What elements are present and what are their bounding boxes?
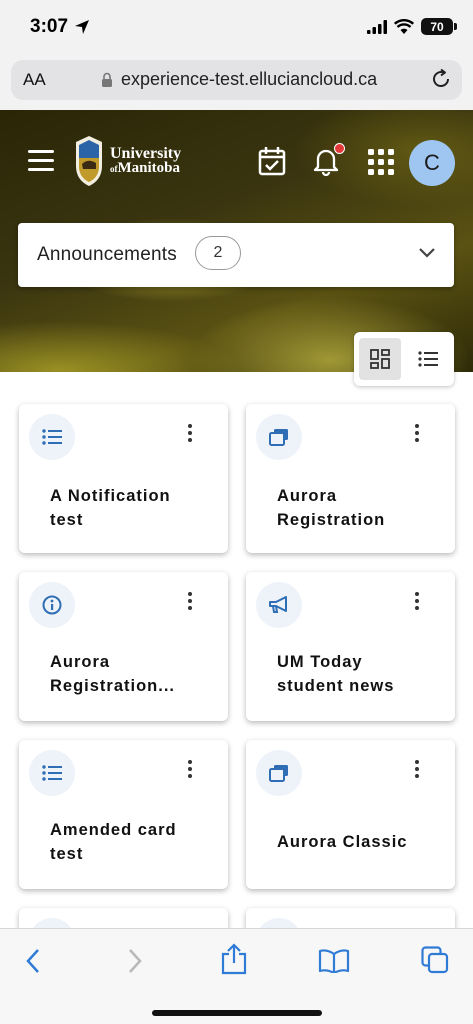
url-text[interactable]: experience-test.elluciancloud.ca	[121, 69, 377, 90]
card-title: Amended card test	[50, 821, 177, 863]
avatar[interactable]: C	[409, 140, 455, 186]
more-options-button[interactable]	[186, 760, 194, 778]
status-time: 3:07	[30, 16, 69, 37]
browser-top-bar: AA experience-test.elluciancloud.ca	[0, 56, 473, 110]
list-layout-icon	[418, 351, 438, 367]
logo-line1: University	[110, 144, 182, 162]
crest-icon	[76, 136, 102, 186]
list-icon	[42, 429, 62, 445]
url-bar[interactable]: AA experience-test.elluciancloud.ca	[11, 60, 462, 100]
card-aurora-registration-info[interactable]: Aurora Registration...	[19, 572, 228, 721]
home-indicator	[152, 1010, 322, 1016]
announcements-label: Announcements	[37, 244, 177, 265]
share-icon[interactable]	[220, 943, 248, 975]
calendar-check-icon[interactable]	[258, 146, 286, 176]
hero-banner: University ofManitoba C Announcements 2	[0, 110, 473, 386]
reload-icon[interactable]	[430, 68, 452, 90]
apps-grid-icon[interactable]	[368, 149, 394, 175]
card-amended-card-test[interactable]: Amended card test	[19, 740, 228, 889]
more-options-button[interactable]	[186, 424, 194, 442]
windows-icon	[269, 765, 288, 782]
logo-line2: Manitoba	[117, 159, 181, 176]
text-size-button[interactable]: AA	[23, 70, 46, 90]
lock-icon	[102, 72, 112, 87]
more-options-button[interactable]	[413, 592, 421, 610]
card-title: Aurora Classic	[277, 833, 408, 851]
cards-grid: A Notification test Aurora Registration Au…	[0, 372, 473, 928]
card-title: Aurora Registration	[277, 487, 386, 529]
bookmarks-icon[interactable]	[318, 949, 350, 973]
back-icon[interactable]	[24, 947, 42, 975]
card-title: Aurora Registration...	[50, 653, 176, 695]
university-logo: University ofManitoba	[74, 136, 181, 186]
announcements-count-badge: 2	[195, 236, 241, 270]
announcements-panel[interactable]: Announcements 2	[18, 223, 454, 287]
logo-of: of	[110, 163, 118, 174]
card-title: UM Today student news	[277, 653, 395, 695]
location-arrow-icon	[75, 20, 89, 34]
cellular-signal-icon	[367, 19, 387, 34]
card-aurora-registration[interactable]: Aurora Registration	[246, 404, 455, 553]
browser-bottom-toolbar	[0, 928, 473, 1024]
list-icon	[42, 765, 62, 781]
card-title: A Notification test	[50, 487, 171, 529]
forward-icon[interactable]	[126, 947, 144, 975]
chevron-down-icon[interactable]	[418, 247, 436, 259]
battery-indicator: 70	[421, 18, 457, 35]
notification-dot	[334, 143, 345, 154]
megaphone-icon	[269, 596, 287, 613]
wifi-icon	[394, 19, 414, 34]
card-aurora-classic[interactable]: Aurora Classic	[246, 740, 455, 889]
card-um-today-student-news[interactable]: UM Today student news	[246, 572, 455, 721]
more-options-button[interactable]	[186, 592, 194, 610]
more-options-button[interactable]	[413, 424, 421, 442]
tabs-icon[interactable]	[421, 946, 449, 974]
info-icon	[42, 595, 62, 615]
more-options-button[interactable]	[413, 760, 421, 778]
windows-icon	[269, 429, 288, 446]
card-partial[interactable]	[19, 908, 228, 928]
dashboard-layout-icon	[370, 349, 390, 369]
status-bar: 3:07 70	[0, 0, 473, 56]
card-a-notification-test[interactable]: A Notification test	[19, 404, 228, 553]
hamburger-menu-button[interactable]	[28, 150, 54, 172]
card-partial[interactable]	[246, 908, 455, 928]
